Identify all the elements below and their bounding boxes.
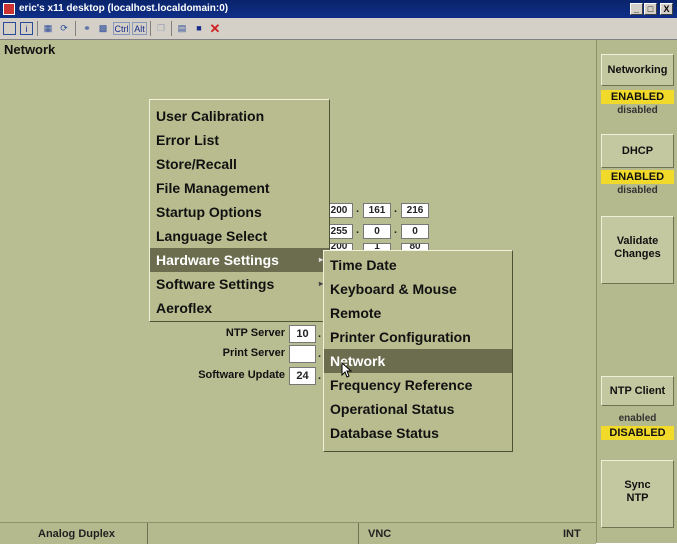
software-update-field[interactable]: 24 (289, 367, 316, 385)
submenu-item-frequency-reference[interactable]: Frequency Reference (324, 373, 512, 397)
alt-key-button[interactable]: Alt (132, 22, 147, 35)
mouse-cursor-icon (341, 362, 352, 378)
dhcp-toggle[interactable]: ENABLED disabled (601, 170, 674, 203)
ntp-client-toggle[interactable]: enabled DISABLED (601, 412, 674, 445)
disconnect-icon[interactable]: ✕ (208, 22, 222, 35)
hardware-settings-submenu: Time Date Keyboard & Mouse Remote Printe… (323, 250, 513, 452)
subnet-mask-octet[interactable]: 0 (363, 224, 391, 239)
submenu-item-operational-status[interactable]: Operational Status (324, 397, 512, 421)
validate-changes-button[interactable]: Validate Changes (601, 216, 674, 284)
menu-item-aeroflex[interactable]: Aeroflex (150, 296, 329, 320)
ntp-client-button[interactable]: NTP Client (601, 376, 674, 406)
ip-address-octet[interactable]: 216 (401, 203, 429, 218)
info-icon[interactable]: i (20, 22, 33, 35)
status-bar: Analog Duplex VNC INT (0, 522, 596, 544)
toolbar: i ▦ ⟳ ⚭ ▩ Ctrl Alt ❐ ▤ ■ ✕ (0, 18, 677, 40)
menu-item-language-select[interactable]: Language Select (150, 224, 329, 248)
dhcp-disabled-state: disabled (617, 185, 658, 196)
submenu-item-remote[interactable]: Remote (324, 301, 512, 325)
submenu-item-time-date[interactable]: Time Date (324, 253, 512, 277)
copy-icon[interactable]: ❐ (154, 22, 168, 35)
submenu-item-keyboard-mouse[interactable]: Keyboard & Mouse (324, 277, 512, 301)
menu-item-label: Hardware Settings (156, 252, 279, 268)
menu-item-software-settings[interactable]: Software Settings ▸ (150, 272, 329, 296)
ctrl-key-button[interactable]: Ctrl (113, 22, 130, 35)
save-icon[interactable]: ■ (192, 22, 206, 35)
subnet-mask-octet[interactable]: 0 (401, 224, 429, 239)
submenu-item-database-status[interactable]: Database Status (324, 421, 512, 445)
status-connection: VNC (368, 528, 392, 540)
softkey-sidebar: Networking ENABLED disabled DHCP ENABLED… (596, 40, 677, 543)
window-title: eric's x11 desktop (localhost.localdomai… (19, 3, 229, 14)
ntp-label: NTP (626, 492, 649, 504)
dhcp-enabled-state: ENABLED (601, 170, 674, 184)
menu-item-store-recall[interactable]: Store/Recall (150, 152, 329, 176)
app-icon (3, 3, 15, 15)
doc-icon[interactable] (3, 22, 16, 35)
ip-address-octet[interactable]: 161 (363, 203, 391, 218)
ntp-server-label: NTP Server (225, 327, 285, 339)
keyboard-icon[interactable]: ▩ (96, 22, 110, 35)
sync-label: Sync (624, 479, 651, 491)
refresh-icon[interactable]: ⟳ (57, 22, 71, 35)
main-panel: Network 200 . 161 . 216 255 . 0 . 0 200 … (0, 40, 596, 522)
menu-item-label: Software Settings (156, 276, 275, 292)
print-server-label: Print Server (222, 347, 285, 359)
changes-label: Changes (614, 248, 661, 260)
submenu-item-printer-configuration[interactable]: Printer Configuration (324, 325, 512, 349)
networking-disabled-state: disabled (617, 105, 658, 116)
close-button[interactable]: X (660, 3, 673, 15)
submenu-item-network[interactable]: Network (324, 349, 512, 373)
ntp-client-enabled-state: enabled (618, 413, 657, 424)
maximize-button[interactable]: □ (644, 3, 657, 15)
networking-enabled-state: ENABLED (601, 90, 674, 104)
window-titlebar[interactable]: eric's x11 desktop (localhost.localdomai… (0, 0, 677, 18)
status-mode: Analog Duplex (38, 528, 116, 540)
options-icon[interactable]: ▦ (41, 22, 55, 35)
sync-ntp-button[interactable]: Sync NTP (601, 460, 674, 528)
validate-label: Validate (616, 235, 659, 247)
menu-item-file-management[interactable]: File Management (150, 176, 329, 200)
ntp-server-field[interactable]: 10 (289, 325, 316, 343)
menu-item-hardware-settings[interactable]: Hardware Settings ▸ (150, 248, 329, 272)
ntp-client-disabled-state: DISABLED (601, 426, 674, 440)
print-server-field[interactable] (289, 345, 316, 363)
software-update-label: Software Update (198, 369, 285, 381)
networking-button[interactable]: Networking (601, 54, 674, 86)
networking-toggle[interactable]: ENABLED disabled (601, 90, 674, 123)
main-menu: User Calibration Error List Store/Recall… (149, 99, 330, 322)
menu-item-startup-options[interactable]: Startup Options (150, 200, 329, 224)
dhcp-button[interactable]: DHCP (601, 134, 674, 168)
menu-item-error-list[interactable]: Error List (150, 128, 329, 152)
connect-icon[interactable]: ⚭ (80, 22, 94, 35)
status-reference: INT (563, 528, 581, 540)
paste-icon[interactable]: ▤ (175, 22, 189, 35)
menu-item-user-calibration[interactable]: User Calibration (150, 104, 329, 128)
minimize-button[interactable]: _ (630, 3, 643, 15)
page-title: Network (4, 42, 56, 57)
